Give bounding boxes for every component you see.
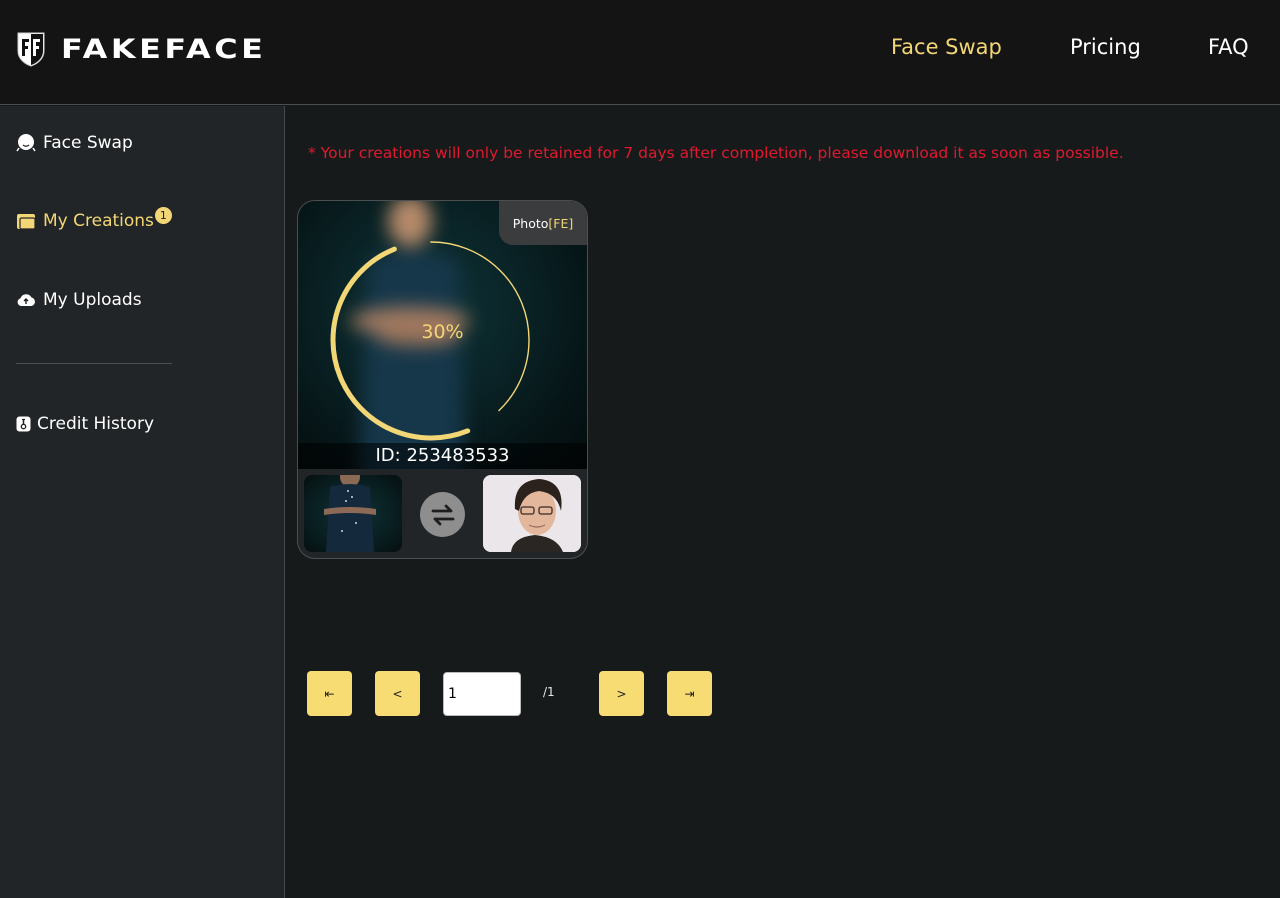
nav-face-swap[interactable]: Face Swap	[891, 35, 1002, 59]
type-accent: [FE]	[548, 215, 574, 231]
face-icon	[16, 134, 36, 152]
nav-faq[interactable]: FAQ	[1208, 35, 1249, 59]
sidebar-item-label: My Uploads	[43, 290, 142, 310]
page-number-input[interactable]	[443, 672, 521, 716]
target-face-image	[483, 475, 581, 552]
creation-preview: Photo [FE] 30% ID: 253483533	[298, 201, 587, 469]
cloud-upload-icon	[17, 294, 35, 306]
total-pages: /1	[543, 685, 555, 699]
folder-icon	[17, 214, 36, 230]
target-face-thumbnail[interactable]	[483, 475, 581, 552]
last-page-button[interactable]: ⇥	[667, 671, 712, 716]
source-thumbnail[interactable]	[304, 475, 402, 552]
sidebar-item-my-creations[interactable]: My Creations 1	[16, 206, 172, 231]
creations-count-badge: 1	[154, 206, 172, 224]
top-header: FAKEFACE Face Swap Pricing FAQ	[0, 0, 1280, 105]
main-content: * Your creations will only be retained f…	[286, 106, 1280, 898]
sidebar: Face Swap My Creations 1 My Uploads Cred…	[0, 106, 285, 898]
shield-logo-icon	[17, 32, 45, 67]
source-photo-image	[324, 475, 376, 552]
sidebar-item-credit-history[interactable]: Credit History	[16, 414, 154, 434]
sidebar-item-label: My Creations	[43, 211, 154, 231]
nav-pricing[interactable]: Pricing	[1070, 35, 1141, 59]
type-label: Photo	[512, 215, 549, 231]
brand-name: FAKEFACE	[61, 33, 267, 65]
progress-percent: 30%	[421, 321, 464, 343]
next-page-button[interactable]: >	[599, 671, 644, 716]
creation-id: ID: 253483533	[298, 443, 587, 469]
logo[interactable]: FAKEFACE	[16, 31, 263, 67]
first-page-button[interactable]: ⇤	[307, 671, 352, 716]
sidebar-item-face-swap[interactable]: Face Swap	[16, 133, 133, 153]
credit-icon	[16, 416, 31, 432]
sidebar-item-my-uploads[interactable]: My Uploads	[16, 290, 142, 310]
sidebar-divider	[16, 363, 172, 364]
swap-button[interactable]	[420, 492, 465, 537]
retention-notice: * Your creations will only be retained f…	[308, 144, 1124, 162]
creation-type-tag: Photo [FE]	[499, 201, 587, 245]
creation-card[interactable]: Photo [FE] 30% ID: 253483533	[297, 200, 588, 559]
prev-page-button[interactable]: <	[375, 671, 420, 716]
swap-arrows-icon	[431, 504, 454, 525]
sidebar-item-label: Face Swap	[43, 133, 133, 153]
sidebar-item-label: Credit History	[37, 414, 155, 434]
